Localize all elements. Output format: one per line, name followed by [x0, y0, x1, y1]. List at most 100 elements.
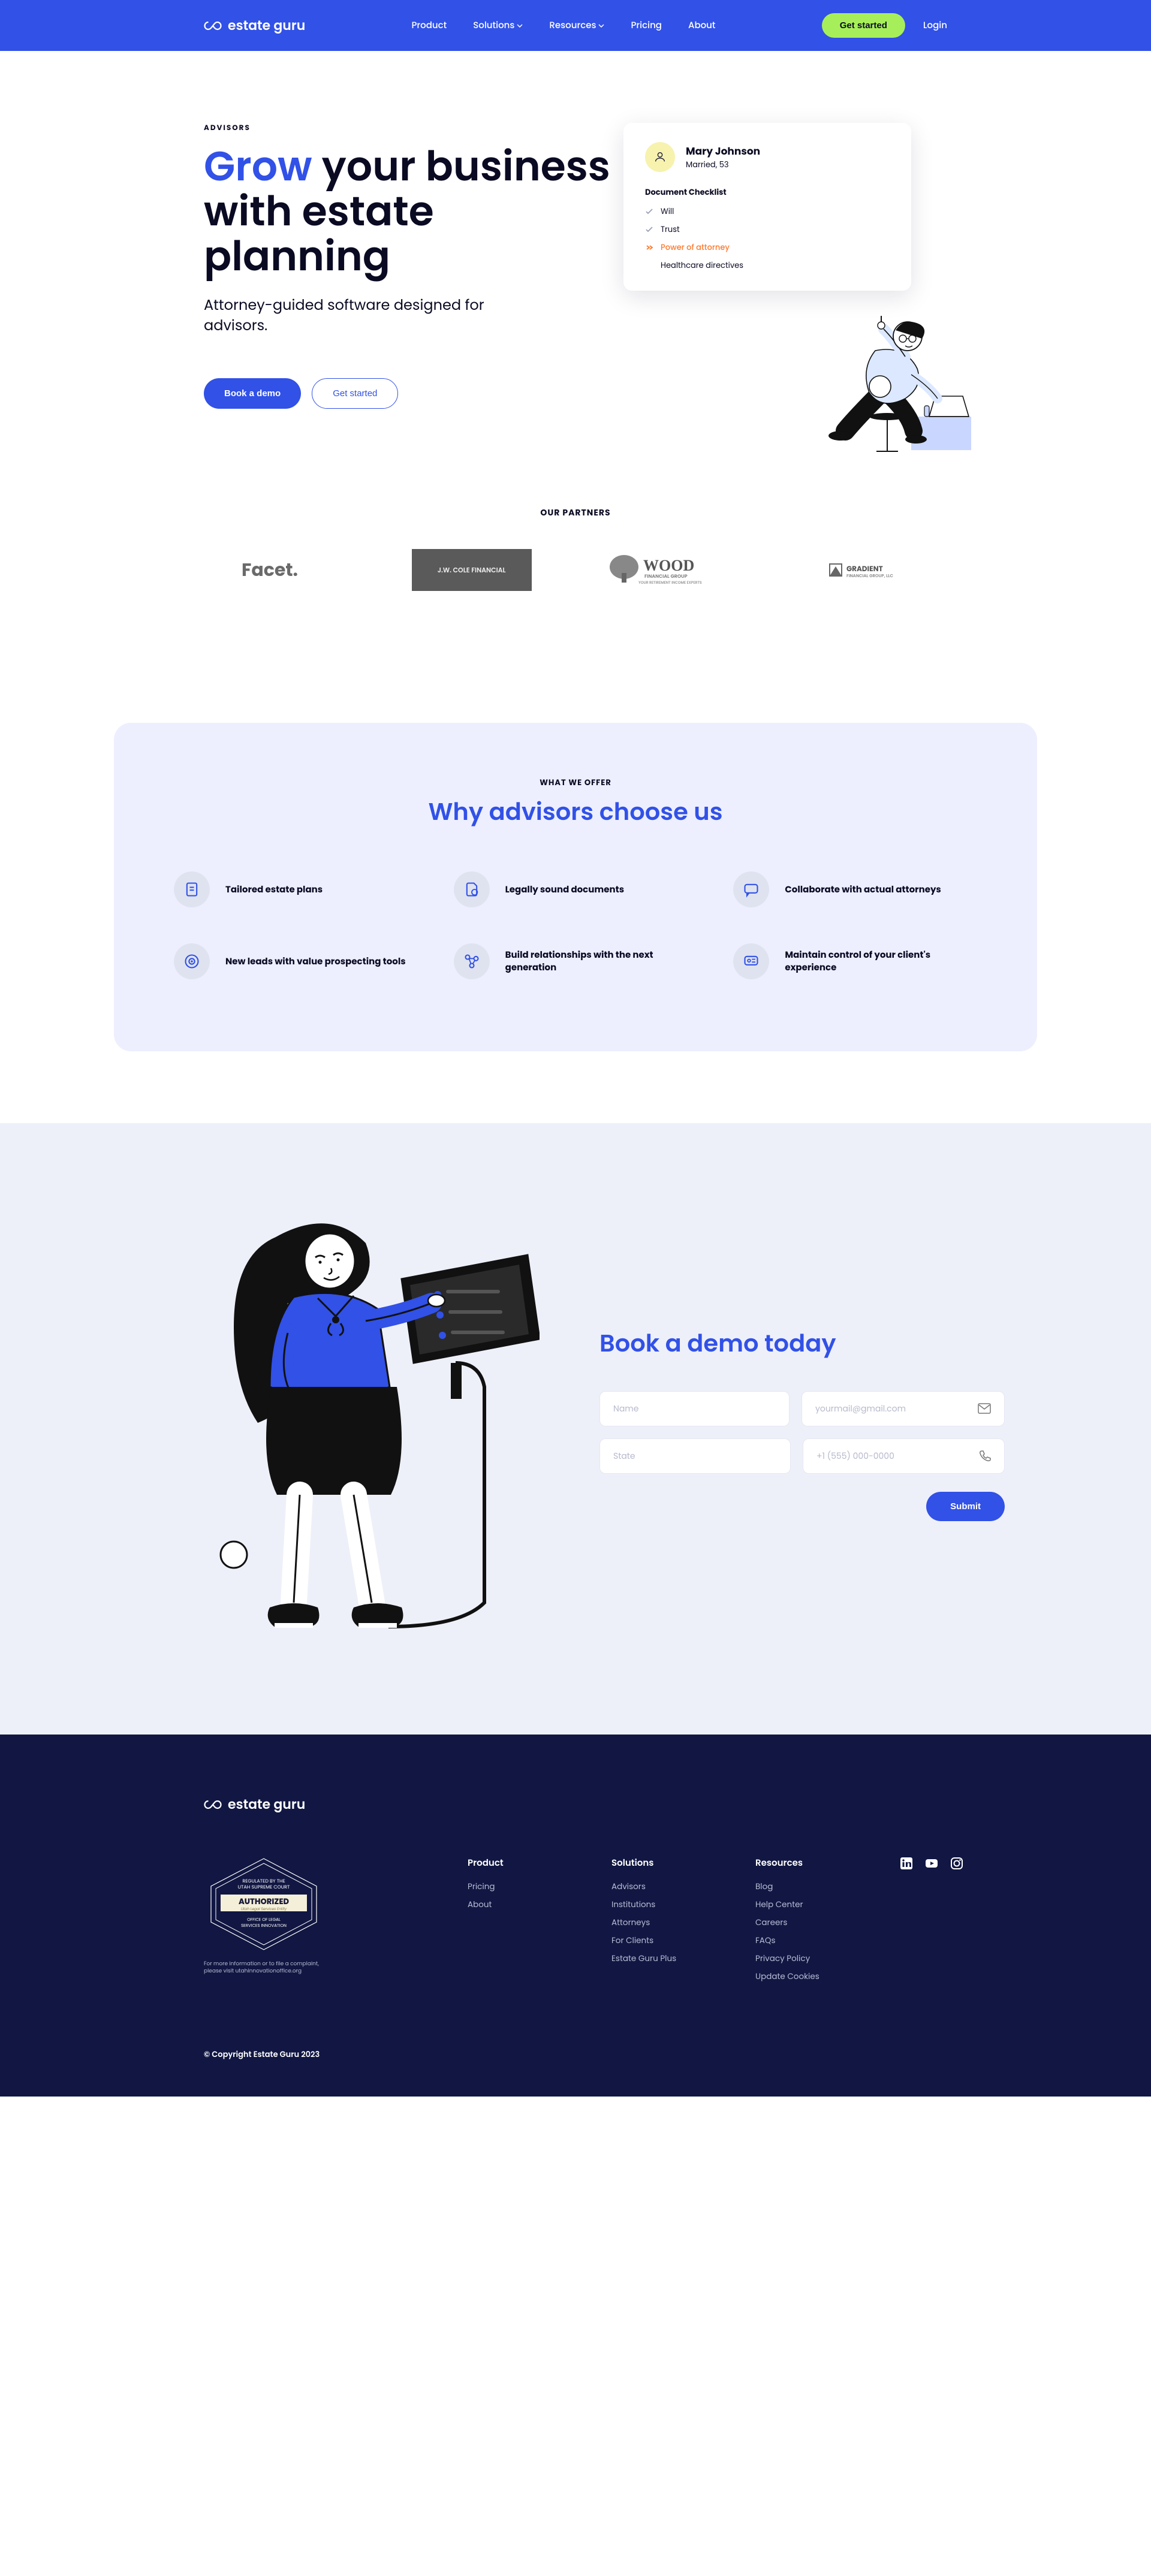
check-icon: [645, 207, 653, 216]
copyright: © Copyright Estate Guru 2023: [204, 2049, 947, 2061]
woman-kiosk-illustration: [204, 1195, 540, 1651]
brand-logo[interactable]: estate guru: [204, 16, 305, 35]
footer-heading: Resources: [755, 1856, 887, 1870]
login-link[interactable]: Login: [923, 19, 947, 32]
footer-heading: Solutions: [611, 1856, 743, 1870]
footer-link[interactable]: Help Center: [755, 1899, 887, 1911]
svg-text:OFFICE OF LEGAL: OFFICE OF LEGAL: [247, 1917, 281, 1923]
offer-title: Why advisors choose us: [174, 794, 977, 829]
state-input[interactable]: [613, 1450, 777, 1462]
check-icon: [645, 225, 653, 234]
control-icon: [743, 953, 760, 970]
footer-col-solutions: Solutions Advisors Institutions Attorney…: [611, 1856, 743, 1989]
partners: OUR PARTNERS Facet. J.W. COLE FINANCIAL …: [96, 506, 1055, 591]
feature-text: Collaborate with actual attorneys: [785, 883, 941, 896]
infinity-icon: [204, 1799, 222, 1811]
svg-text:Utah Legal Services Entity: Utah Legal Services Entity: [241, 1907, 287, 1912]
footer-link[interactable]: Estate Guru Plus: [611, 1953, 743, 1965]
hero-heading: Grow your business with estate planning: [204, 144, 611, 279]
svg-text:WOOD: WOOD: [643, 557, 694, 574]
linkedin-icon: [899, 1856, 914, 1871]
card-name: Mary Johnson: [686, 143, 760, 159]
youtube-icon: [924, 1856, 939, 1871]
footer-link[interactable]: Careers: [755, 1917, 887, 1929]
footer-link[interactable]: For Clients: [611, 1935, 743, 1947]
phone-input[interactable]: [816, 1450, 979, 1462]
card-meta: Married, 53: [686, 159, 760, 171]
infinity-icon: [204, 20, 222, 32]
network-icon: [463, 953, 480, 970]
checklist-label: Trust: [661, 224, 680, 236]
checklist-item: Trust: [645, 224, 890, 236]
footer-link[interactable]: Advisors: [611, 1881, 743, 1893]
linkedin-link[interactable]: [899, 1856, 914, 1875]
svg-text:UTAH SUPREME COURT: UTAH SUPREME COURT: [238, 1884, 290, 1890]
document-icon: [183, 881, 200, 898]
nav-resources-label: Resources: [549, 19, 596, 32]
book-demo-button[interactable]: Book a demo: [204, 378, 301, 409]
checklist: Will Trust Power of attorney Healthcare …: [645, 206, 890, 272]
footer-link[interactable]: Blog: [755, 1881, 887, 1893]
svg-text:AUTHORIZED: AUTHORIZED: [239, 1896, 290, 1907]
checklist-label: Power of attorney: [661, 242, 730, 254]
badge-info: For more information or to file a compla…: [204, 1961, 324, 1975]
authorized-badge: REGULATED BY THE UTAH SUPREME COURT AUTH…: [204, 1856, 324, 1952]
checklist-item: Will: [645, 206, 890, 218]
chat-icon: [743, 881, 760, 898]
partner-logo: WOODFINANCIAL GROUPYOUR RETIREMENT INCOM…: [607, 549, 739, 591]
instagram-link[interactable]: [950, 1856, 964, 1875]
feature-item: Maintain control of your client's experi…: [733, 943, 977, 979]
nav-pricing[interactable]: Pricing: [631, 19, 662, 32]
footer-link[interactable]: Attorneys: [611, 1917, 743, 1929]
footer-link[interactable]: About: [468, 1899, 599, 1911]
target-icon: [183, 953, 200, 970]
brand-name: estate guru: [228, 16, 305, 35]
get-started-button[interactable]: Get started: [822, 13, 905, 38]
nav-solutions[interactable]: Solutions: [473, 19, 523, 32]
partner-logo: Facet.: [204, 549, 336, 591]
footer-link[interactable]: Privacy Policy: [755, 1953, 887, 1965]
svg-text:YOUR RETIREMENT INCOME EXPERTS: YOUR RETIREMENT INCOME EXPERTS: [638, 581, 702, 586]
hero-get-started-button[interactable]: Get started: [312, 378, 398, 409]
pending-icon: [645, 243, 653, 252]
feature-item: New leads with value prospecting tools: [174, 943, 418, 979]
shield-doc-icon: [463, 881, 480, 898]
svg-text:SERVICES INNOVATION: SERVICES INNOVATION: [241, 1923, 287, 1929]
footer-col-product: Product Pricing About: [468, 1856, 599, 1989]
svg-text:FINANCIAL GROUP, LLC: FINANCIAL GROUP, LLC: [846, 574, 894, 579]
phone-icon: [979, 1450, 991, 1462]
offer-eyebrow: WHAT WE OFFER: [174, 777, 977, 789]
footer-link[interactable]: FAQs: [755, 1935, 887, 1947]
email-input[interactable]: [815, 1402, 978, 1415]
hero: ADVISORS Grow your business with estate …: [96, 51, 1055, 447]
feature-text: New leads with value prospecting tools: [225, 955, 406, 968]
footer-heading: Product: [468, 1856, 599, 1870]
name-input[interactable]: [613, 1402, 776, 1415]
mail-icon: [978, 1403, 991, 1414]
checklist-item: Healthcare directives: [645, 260, 890, 272]
feature-item: Collaborate with actual attorneys: [733, 871, 977, 907]
person-laptop-illustration: [809, 291, 977, 459]
submit-button[interactable]: Submit: [926, 1492, 1005, 1521]
nav-product[interactable]: Product: [411, 19, 447, 32]
demo-section: Book a demo today Submit: [0, 1123, 1151, 1735]
footer-logo[interactable]: estate guru: [204, 1794, 947, 1814]
nav-resources[interactable]: Resources: [549, 19, 604, 32]
chevron-down-icon: [517, 24, 523, 28]
checklist-item: Power of attorney: [645, 242, 890, 254]
feature-item: Build relationships with the next genera…: [454, 943, 698, 979]
partner-logo: GRADIENTFINANCIAL GROUP, LLC: [815, 549, 947, 591]
feature-text: Maintain control of your client's experi…: [785, 949, 977, 974]
feature-item: Tailored estate plans: [174, 871, 418, 907]
youtube-link[interactable]: [924, 1856, 939, 1875]
header: estate guru Product Solutions Resources …: [0, 0, 1151, 51]
footer-link[interactable]: Institutions: [611, 1899, 743, 1911]
card-heading: Document Checklist: [645, 186, 890, 198]
offer-section: WHAT WE OFFER Why advisors choose us Tai…: [108, 723, 1043, 1051]
instagram-icon: [950, 1856, 964, 1871]
nav-about[interactable]: About: [688, 19, 716, 32]
footer-link[interactable]: Update Cookies: [755, 1971, 887, 1983]
footer-link[interactable]: Pricing: [468, 1881, 599, 1893]
social-links: [899, 1856, 964, 1989]
user-icon: [653, 150, 667, 164]
